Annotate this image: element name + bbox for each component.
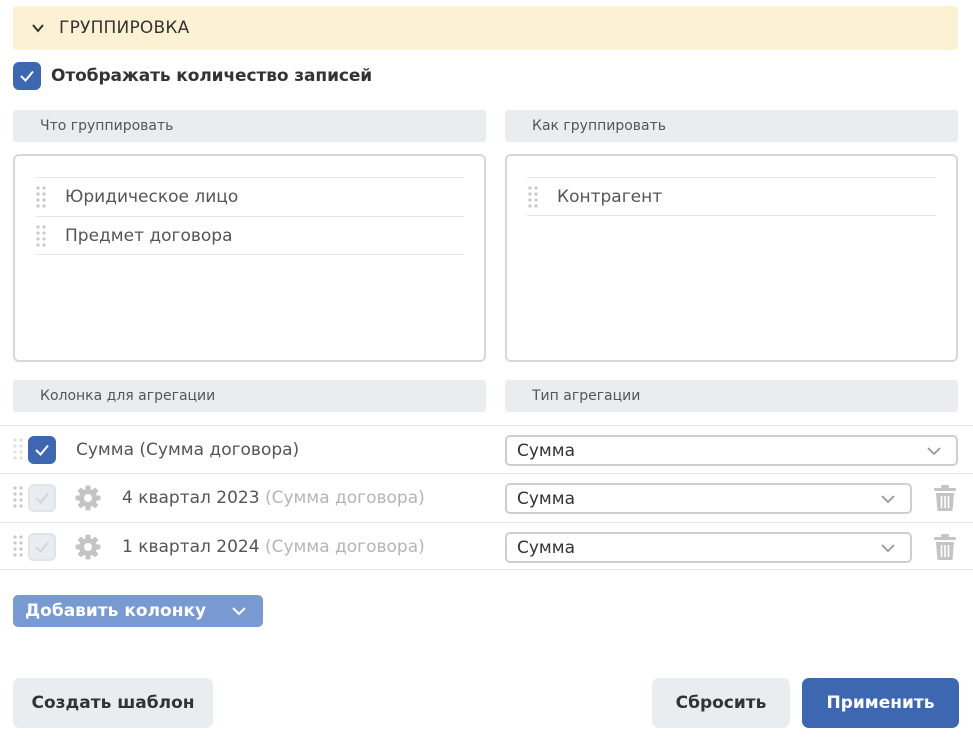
list-item-label: Контрагент — [557, 186, 663, 207]
add-column-label: Добавить колонку — [25, 601, 207, 621]
drag-handle-icon[interactable] — [12, 484, 24, 510]
reset-button[interactable]: Сбросить — [652, 678, 790, 728]
chevron-down-icon — [32, 24, 44, 33]
list-item-label: Предмет договора — [65, 225, 233, 246]
aggregation-type-value: Сумма — [517, 537, 575, 558]
aggregation-checkbox — [28, 484, 56, 512]
apply-button[interactable]: Применить — [802, 678, 959, 728]
list-item[interactable]: Контрагент — [527, 177, 936, 216]
create-template-button[interactable]: Создать шаблон — [13, 678, 213, 728]
drag-handle-icon[interactable] — [12, 533, 24, 559]
check-icon — [35, 444, 49, 456]
add-column-button[interactable]: Добавить колонку — [13, 595, 263, 627]
section-title: ГРУППИРОВКА — [59, 18, 190, 38]
what-group-list[interactable]: Юридическое лицо Предмет договора — [13, 154, 486, 362]
aggregation-row: 1 квартал 2024 (Сумма договора) Сумма — [0, 522, 973, 570]
list-item[interactable]: Юридическое лицо — [35, 177, 464, 216]
show-count-label: Отображать количество записей — [51, 66, 373, 86]
chevron-down-icon — [881, 495, 895, 504]
aggregation-type-value: Сумма — [517, 440, 575, 461]
grouping-section-header[interactable]: ГРУППИРОВКА — [13, 6, 958, 50]
chevron-down-icon — [232, 607, 246, 616]
drag-handle-icon[interactable] — [12, 436, 24, 462]
show-count-checkbox[interactable] — [13, 62, 41, 90]
chevron-down-icon — [927, 447, 941, 456]
check-icon — [35, 492, 49, 504]
list-item-label: Юридическое лицо — [65, 187, 239, 207]
show-count-option[interactable]: Отображать количество записей — [13, 62, 372, 90]
drag-handle-icon[interactable] — [35, 184, 47, 210]
aggregation-checkbox[interactable] — [28, 436, 56, 464]
how-group-header: Как группировать — [505, 110, 958, 142]
drag-handle-icon[interactable] — [527, 184, 539, 210]
how-group-list[interactable]: Контрагент — [505, 154, 958, 362]
list-item[interactable]: Предмет договора — [35, 216, 464, 255]
aggregation-type-header: Тип агрегации — [505, 380, 958, 412]
gear-icon[interactable] — [74, 533, 102, 561]
aggregation-type-value: Сумма — [517, 488, 575, 509]
aggregation-row: 4 квартал 2023 (Сумма договора) Сумма — [0, 473, 973, 521]
aggregation-column-name: 1 квартал 2024 (Сумма договора) — [122, 537, 425, 557]
check-icon — [35, 541, 49, 553]
aggregation-row: Сумма (Сумма договора) Сумма — [0, 425, 973, 473]
aggregation-column-name: 4 квартал 2023 (Сумма договора) — [122, 488, 425, 508]
aggregation-type-select[interactable]: Сумма — [505, 435, 958, 466]
trash-icon[interactable] — [933, 484, 957, 512]
drag-handle-icon[interactable] — [35, 223, 47, 249]
gear-icon[interactable] — [74, 484, 102, 512]
what-group-header: Что группировать — [13, 110, 486, 142]
aggregation-column-name: Сумма (Сумма договора) — [76, 440, 300, 460]
chevron-down-icon — [881, 544, 895, 553]
trash-icon[interactable] — [933, 533, 957, 561]
aggregation-checkbox — [28, 533, 56, 561]
aggregation-type-select[interactable]: Сумма — [505, 483, 912, 514]
check-icon — [20, 70, 34, 82]
aggregation-column-header: Колонка для агрегации — [13, 380, 486, 412]
aggregation-type-select[interactable]: Сумма — [505, 532, 912, 563]
